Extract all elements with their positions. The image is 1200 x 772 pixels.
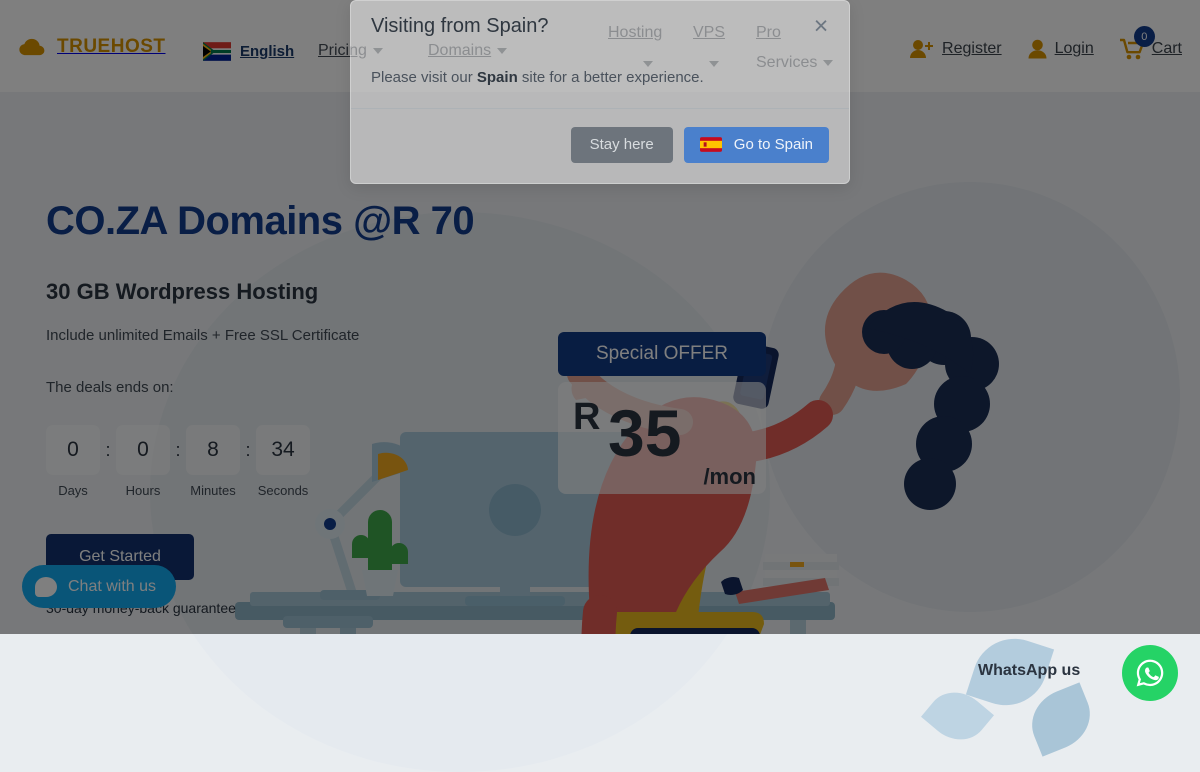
whatsapp-label: WhatsApp us bbox=[978, 662, 1080, 680]
close-icon[interactable]: × bbox=[805, 10, 837, 42]
whatsapp-button[interactable] bbox=[1122, 645, 1178, 701]
modal-footer: Stay here Go to Spain bbox=[351, 108, 849, 180]
whatsapp-icon bbox=[1134, 657, 1166, 689]
spain-flag bbox=[700, 137, 722, 152]
go-to-spain-button[interactable]: Go to Spain bbox=[684, 127, 829, 163]
go-to-spain-label: Go to Spain bbox=[734, 136, 813, 153]
modal-body: Please visit our Spain site for a better… bbox=[351, 57, 849, 108]
modal-body-prefix: Please visit our bbox=[371, 69, 477, 86]
modal-body-suffix: site for a better experience. bbox=[518, 69, 704, 86]
modal-header: Visiting from Spain? × bbox=[351, 1, 849, 57]
modal-title: Visiting from Spain? bbox=[371, 15, 549, 37]
modal-body-country: Spain bbox=[477, 69, 518, 86]
geo-redirect-modal: Visiting from Spain? × Please visit our … bbox=[350, 0, 850, 184]
stay-here-button[interactable]: Stay here bbox=[571, 127, 673, 163]
